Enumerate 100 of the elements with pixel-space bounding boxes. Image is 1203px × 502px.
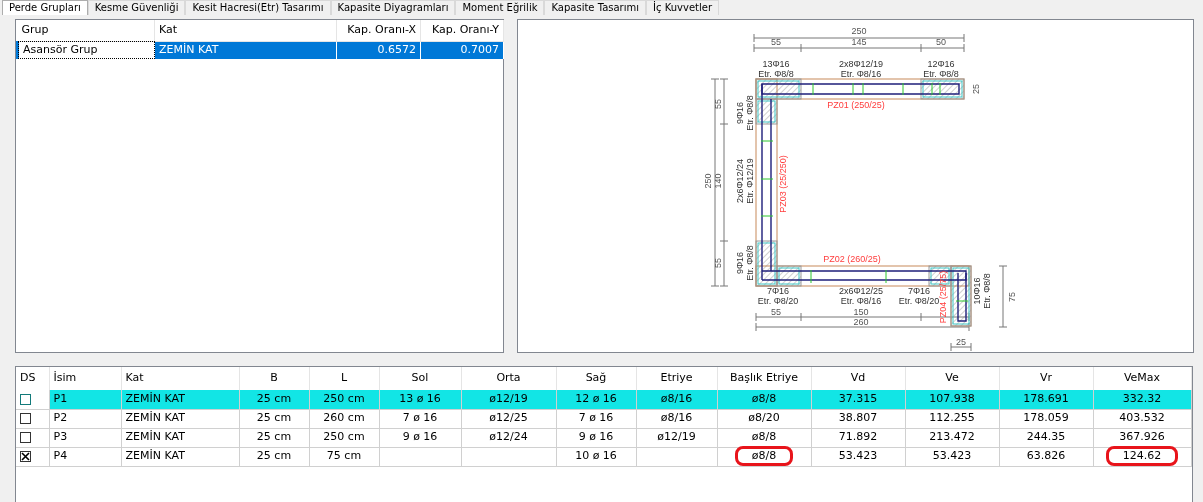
dimension-label: 55 <box>713 258 723 268</box>
table-cell: 403.532 <box>1093 409 1191 428</box>
table-cell: 25 cm <box>239 447 309 466</box>
dimension-label: 50 <box>936 37 946 47</box>
circled-value: 124.62 <box>1105 446 1179 467</box>
dimension-label: 250 <box>703 173 713 189</box>
table-cell: ø8/8 <box>717 428 811 447</box>
table-cell: 107.938 <box>905 390 999 409</box>
rebar-label: 2x8Φ12/19 <box>838 59 884 69</box>
dimension-label: 145 <box>851 37 867 47</box>
table-cell: 38.807 <box>811 409 905 428</box>
tab[interactable]: Kapasite Tasarımı <box>544 0 647 15</box>
wall-label: PZ04 (25/75) <box>938 270 948 324</box>
rebar-label: 9Φ16 <box>735 251 745 275</box>
dimension-label: 25 <box>956 337 966 347</box>
rebar-label: 7Φ16 <box>907 286 931 296</box>
checkbox[interactable] <box>20 450 31 462</box>
checkbox[interactable] <box>20 431 31 443</box>
table-cell: P3 <box>49 428 121 447</box>
table-cell: 9 ø 16 <box>556 428 636 447</box>
rebar-label: Etr. Φ8/8 <box>745 95 755 131</box>
circled-value: ø8/8 <box>734 446 794 467</box>
table-cell: ø12/24 <box>461 428 556 447</box>
table-cell: 178.691 <box>999 390 1093 409</box>
table-cell: 37.315 <box>811 390 905 409</box>
table-cell: P1 <box>49 390 121 409</box>
dimension-label: 75 <box>1007 292 1017 302</box>
column-header[interactable]: Kat <box>154 20 337 41</box>
table-cell: 53.423 <box>811 447 905 466</box>
table-cell: 10 ø 16 <box>556 447 636 466</box>
rebar-label: Etr. Φ8/16 <box>840 69 882 79</box>
table-cell: 12 ø 16 <box>556 390 636 409</box>
table-cell: ø12/19 <box>636 428 717 447</box>
table-cell: ø8/8 <box>717 390 811 409</box>
rebar-label: Etr. Φ8/8 <box>923 69 959 79</box>
table-cell: 367.926 <box>1093 428 1191 447</box>
table-cell: ø8/20 <box>717 409 811 428</box>
dimension-label: 140 <box>713 173 723 189</box>
rebar-label: Etr. Φ8/16 <box>840 296 882 306</box>
table-cell: 178.059 <box>999 409 1093 428</box>
tab[interactable]: Perde Grupları <box>2 0 88 15</box>
table-cell: 260 cm <box>309 409 379 428</box>
rebar-label: 2x6Φ12/24 <box>735 158 745 204</box>
rebar-label: Etr. Φ8/8 <box>745 245 755 281</box>
column-header[interactable]: Kap. Oranı-X <box>336 20 421 41</box>
table-cell: ø8/16 <box>636 409 717 428</box>
dimension-line <box>998 265 1008 328</box>
table-cell: ZEMİN KAT <box>121 409 239 428</box>
table-cell: 7 ø 16 <box>556 409 636 428</box>
table-cell: 9 ø 16 <box>379 428 461 447</box>
table-cell: 25 cm <box>239 390 309 409</box>
table-cell: 25 cm <box>239 409 309 428</box>
rebar-label: 2x6Φ12/25 <box>838 286 884 296</box>
table-row[interactable]: Asansör Grup ZEMİN KAT 0.6572 0.7007 <box>17 41 504 59</box>
dimension-label: 55 <box>771 307 781 317</box>
dimension-label: 260 <box>853 317 869 327</box>
table-cell: ø8/16 <box>636 390 717 409</box>
tab[interactable]: Kapasite Diyagramları <box>330 0 456 15</box>
rebar-label: Etr. Φ8/20 <box>757 296 799 306</box>
table-cell: 7 ø 16 <box>379 409 461 428</box>
table-cell: P4 <box>49 447 121 466</box>
rebar-label: Etr. Φ8/20 <box>898 296 940 306</box>
rebar-label: Etr. Φ12/19 <box>745 158 755 204</box>
checkbox[interactable] <box>20 393 31 405</box>
table-cell: ZEMİN KAT <box>121 447 239 466</box>
column-header[interactable]: Kap. Oranı-Y <box>420 20 504 41</box>
wall-label: PZ01 (250/25) <box>827 100 885 110</box>
wall-label: PZ03 (25/250) <box>778 155 788 213</box>
dimension-label: 25 <box>971 84 981 94</box>
rebar-label: 13Φ16 <box>762 59 790 69</box>
table-cell: 53.423 <box>905 447 999 466</box>
table-cell: 112.255 <box>905 409 999 428</box>
table-cell: ø12/19 <box>461 390 556 409</box>
tab[interactable]: Kesme Güvenliği <box>87 0 186 15</box>
table-cell: ø12/25 <box>461 409 556 428</box>
table-cell: 244.35 <box>999 428 1093 447</box>
checkbox[interactable] <box>20 412 31 424</box>
rebar-label: Etr. Φ8/8 <box>982 273 992 309</box>
tab[interactable]: İç Kuvvetler <box>646 0 719 15</box>
tab[interactable]: Moment Eğrilik <box>455 0 545 15</box>
table-cell: 75 cm <box>309 447 379 466</box>
table-cell: 213.472 <box>905 428 999 447</box>
stirrup-mark <box>955 300 969 302</box>
table-cell: 332.32 <box>1093 390 1191 409</box>
wall-label: PZ02 (260/25) <box>823 254 881 264</box>
dimension-label: 250 <box>851 26 867 36</box>
rebar-label: 9Φ16 <box>735 101 745 125</box>
table-cell: 25 cm <box>239 428 309 447</box>
table-cell: 63.826 <box>999 447 1093 466</box>
tab[interactable]: Kesit Hacresi(Etr) Tasarımı <box>185 0 331 15</box>
table-cell: P2 <box>49 409 121 428</box>
table-cell: ZEMİN KAT <box>121 428 239 447</box>
table-cell: 250 cm <box>309 390 379 409</box>
rebar-label: 10Φ16 <box>972 277 982 305</box>
table-cell: ZEMİN KAT <box>121 390 239 409</box>
table-cell: 13 ø 16 <box>379 390 461 409</box>
table-cell: 71.892 <box>811 428 905 447</box>
dimension-label: 55 <box>713 99 723 109</box>
rebar-label: Etr. Φ8/8 <box>758 69 794 79</box>
rebar-label: 12Φ16 <box>927 59 955 69</box>
